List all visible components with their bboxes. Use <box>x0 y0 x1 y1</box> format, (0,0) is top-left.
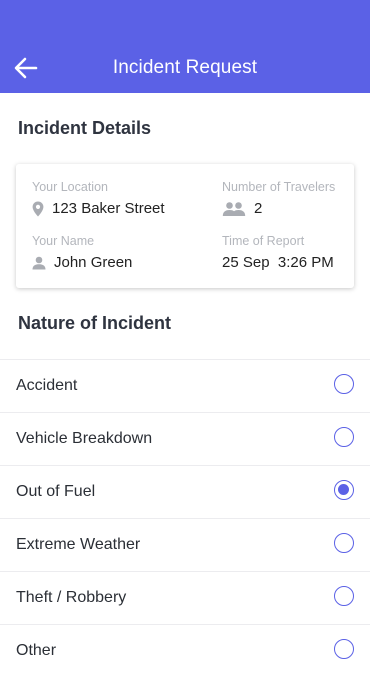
location-field: Your Location 123 Baker Street <box>32 180 165 217</box>
travelers-field: Number of Travelers 2 <box>222 180 335 217</box>
app-header: Incident Request <box>0 0 370 93</box>
name-field: Your Name John Green <box>32 234 132 271</box>
travelers-label: Number of Travelers <box>222 180 336 194</box>
option-label: Out of Fuel <box>16 483 96 500</box>
incident-details-card: Your Location 123 Baker Street Number of… <box>16 164 354 288</box>
radio-selected-dot <box>338 484 349 495</box>
option-label: Theft / Robbery <box>16 589 127 606</box>
time-value: 25 Sep 3:26 PM <box>222 254 334 271</box>
option-label: Accident <box>16 377 78 394</box>
incident-details-heading: Incident Details <box>18 118 152 138</box>
page-title: Incident Request <box>112 57 258 78</box>
incident-option-extreme-weather[interactable]: Extreme Weather <box>0 518 370 571</box>
time-label: Time of Report <box>222 234 305 248</box>
time-field: Time of Report 25 Sep 3:26 PM <box>222 234 334 271</box>
incident-option-out-of-fuel[interactable]: Out of Fuel <box>0 465 370 518</box>
radio-button-selected[interactable] <box>334 480 354 500</box>
incident-option-theft-robbery[interactable]: Theft / Robbery <box>0 571 370 624</box>
incident-type-list: Accident Vehicle Breakdown Out of Fuel E… <box>0 359 370 677</box>
travelers-value: 2 <box>254 200 263 217</box>
incident-option-accident[interactable]: Accident <box>0 359 370 412</box>
radio-button[interactable] <box>334 586 354 606</box>
option-label: Other <box>16 642 57 659</box>
location-pin-icon <box>32 201 44 216</box>
nature-of-incident-heading: Nature of Incident <box>18 313 172 333</box>
radio-button[interactable] <box>334 533 354 553</box>
location-label: Your Location <box>32 180 108 194</box>
person-icon <box>32 256 46 269</box>
incident-option-vehicle-breakdown[interactable]: Vehicle Breakdown <box>0 412 370 465</box>
location-value: 123 Baker Street <box>52 200 165 217</box>
incident-option-other[interactable]: Other <box>0 624 370 677</box>
name-label: Your Name <box>32 234 95 248</box>
radio-button[interactable] <box>334 639 354 659</box>
people-icon <box>222 201 246 216</box>
name-value: John Green <box>54 254 133 271</box>
option-label: Vehicle Breakdown <box>16 430 153 447</box>
radio-button[interactable] <box>334 374 354 394</box>
radio-button[interactable] <box>334 427 354 447</box>
option-label: Extreme Weather <box>16 536 141 553</box>
